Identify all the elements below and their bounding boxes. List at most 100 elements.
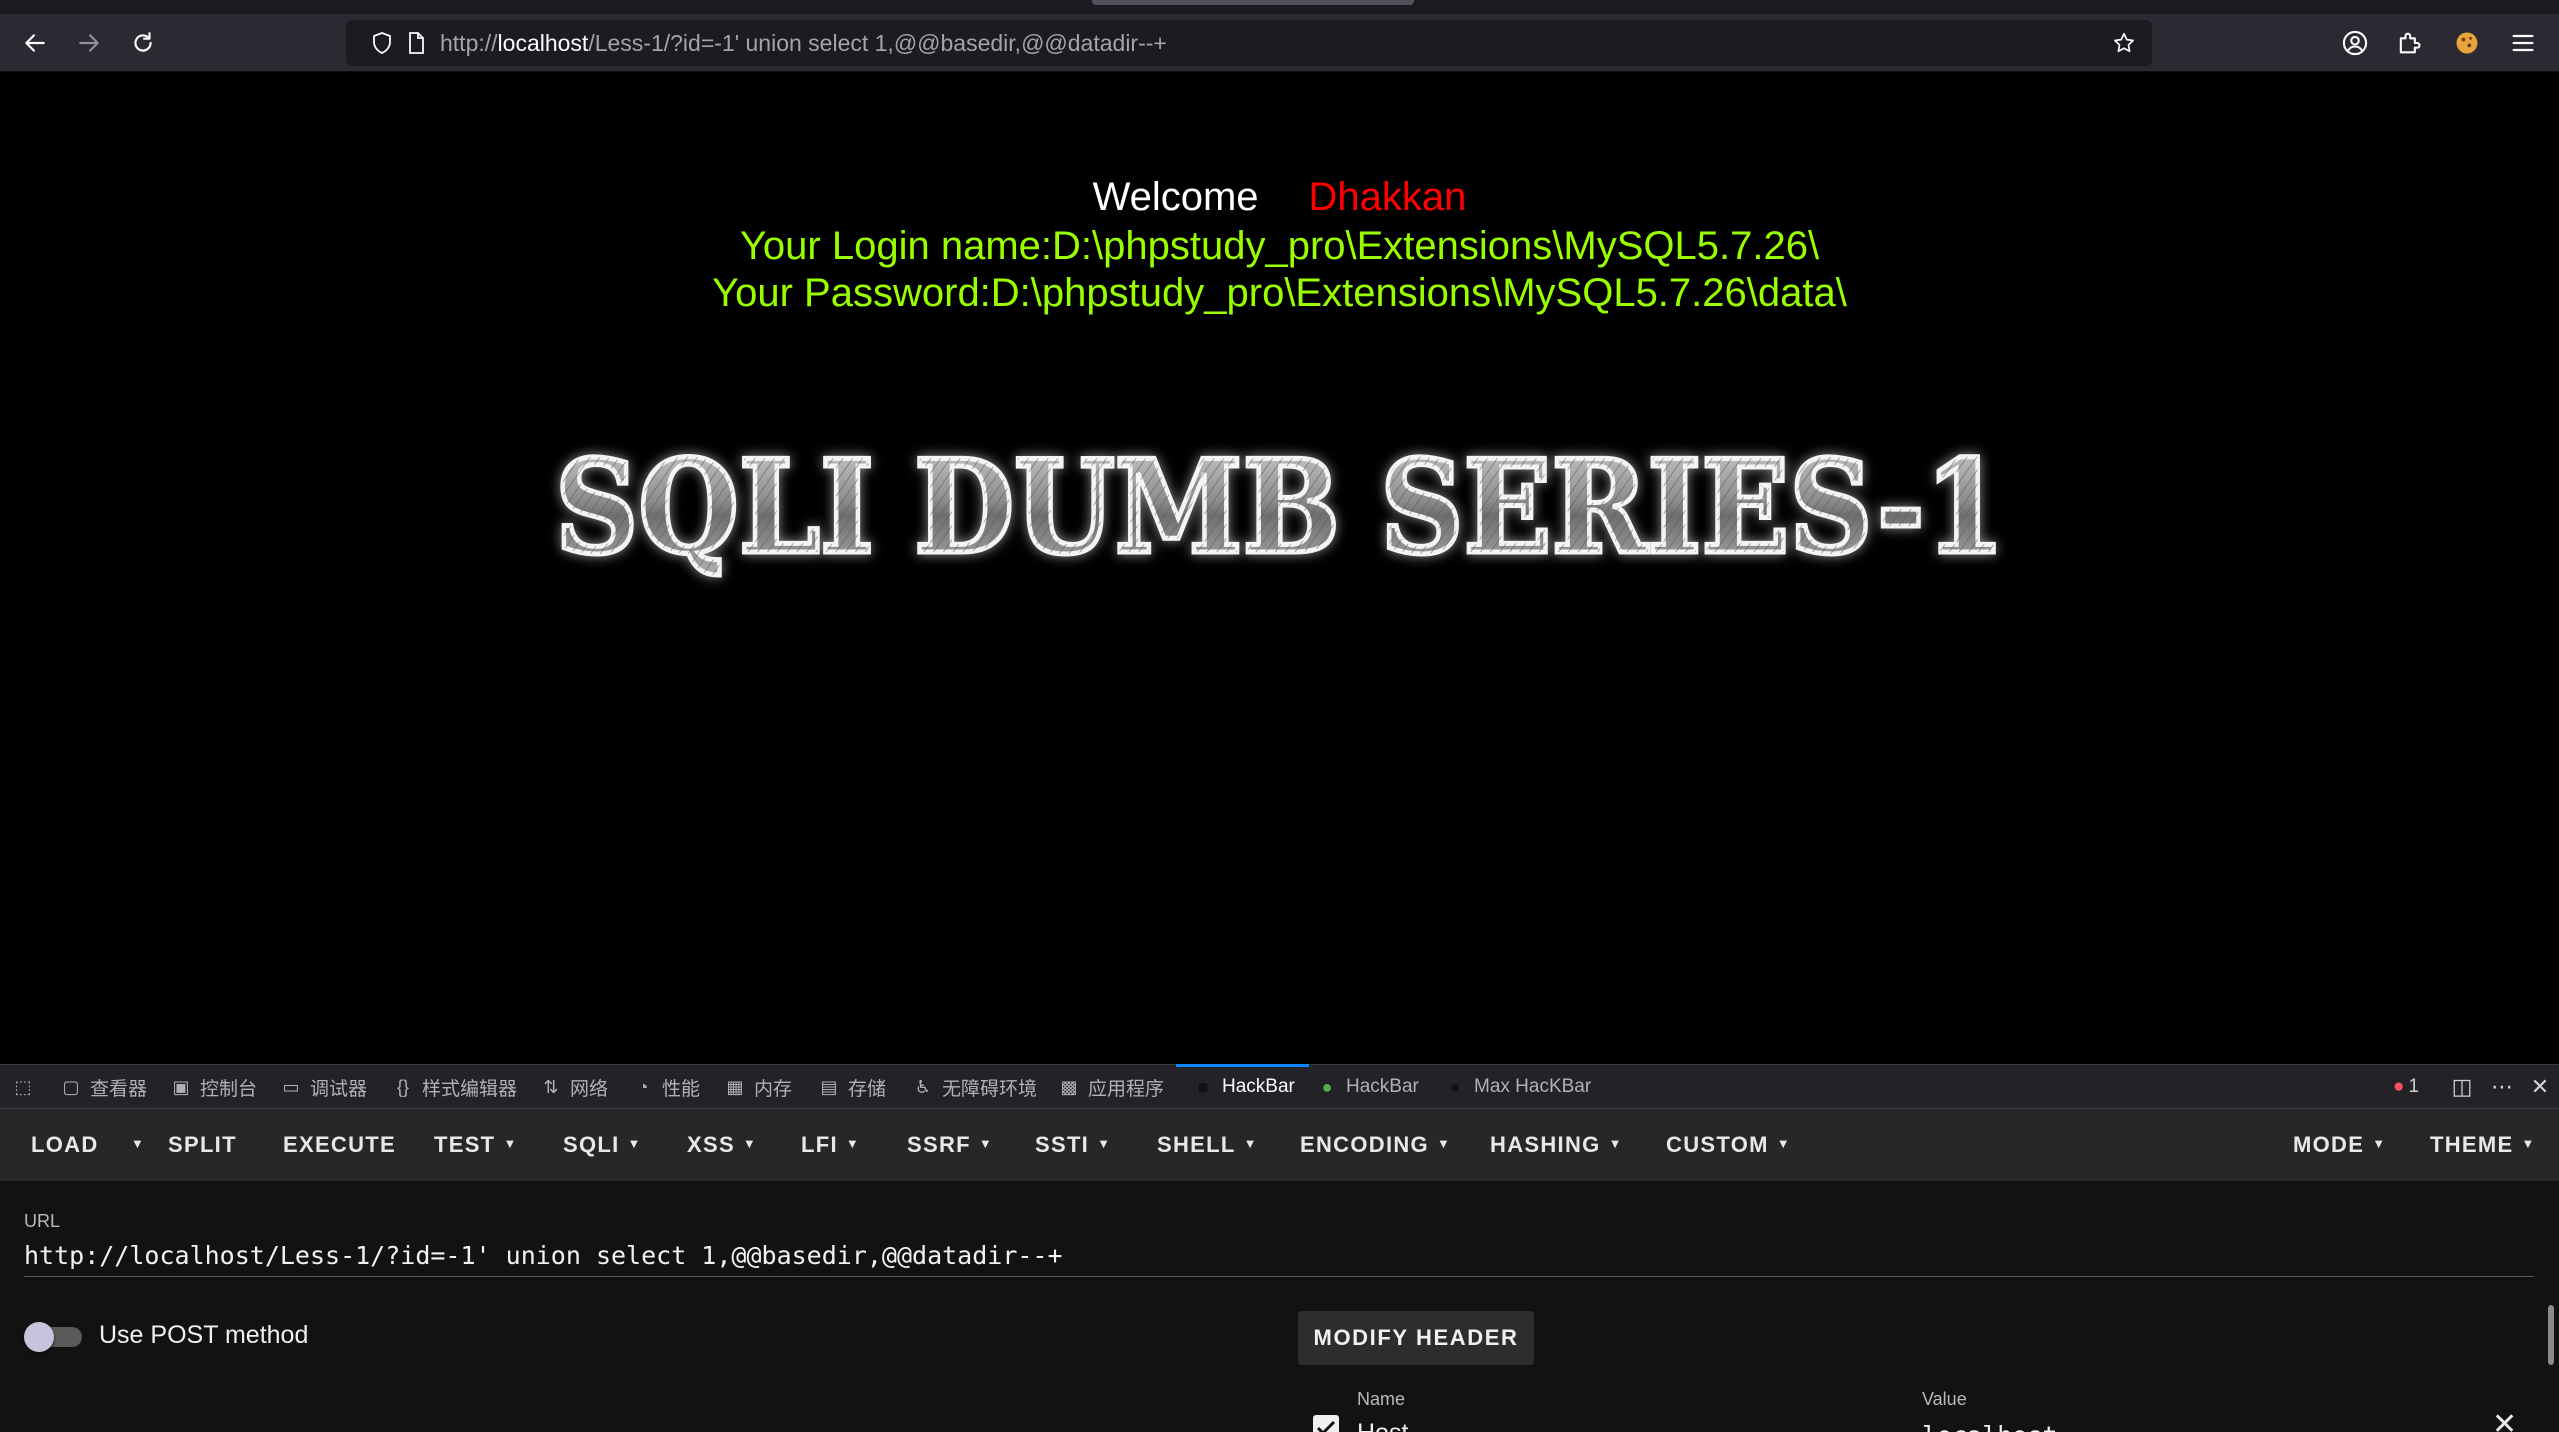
tab-inspector[interactable]: ▢ 查看器 <box>60 1065 147 1109</box>
caret-down-icon: ▼ <box>845 1136 861 1152</box>
url-text[interactable]: http://localhost/Less-1/?id=-1' union se… <box>440 20 1167 66</box>
tab-label: Max HacKBar <box>1474 1076 1592 1097</box>
tab-network[interactable]: ⇅ 网络 <box>540 1065 608 1109</box>
extensions-button[interactable] <box>2392 26 2426 60</box>
caret-down-icon: ▼ <box>1097 1136 1112 1152</box>
tab-label: HackBar <box>1346 1076 1419 1097</box>
ssrf-menu[interactable]: SSRF ▼ <box>907 1109 993 1181</box>
reload-icon <box>134 32 152 52</box>
tab-label: 性能 <box>662 1078 701 1100</box>
account-icon <box>2342 30 2368 56</box>
lfi-label: LFI <box>801 1132 838 1157</box>
ssrf-label: SSRF <box>907 1132 971 1157</box>
tab-memory[interactable]: ▦ 内存 <box>724 1065 792 1109</box>
tab-debugger[interactable]: ▭ 调试器 <box>280 1065 367 1109</box>
header-name-field[interactable]: Host <box>1357 1419 1408 1432</box>
header-name-column-label: Name <box>1357 1389 1406 1409</box>
tab-performance[interactable]: ◔ 性能 <box>632 1065 700 1109</box>
tab-label: 存储 <box>848 1078 887 1100</box>
split-button[interactable]: SPLIT <box>168 1109 237 1181</box>
page-content: Welcome Dhakkan Your Login name:D:\phpstu… <box>0 72 2559 1064</box>
more-options-button[interactable]: ⋯ <box>2482 1065 2522 1109</box>
theme-menu[interactable]: THEME ▼ <box>2430 1109 2536 1181</box>
ssti-menu[interactable]: SSTI ▼ <box>1035 1109 1111 1181</box>
xss-menu[interactable]: XSS ▼ <box>687 1109 757 1181</box>
tab-label: 无障碍环境 <box>942 1078 1038 1100</box>
tab-label: 调试器 <box>310 1078 368 1100</box>
tab-console[interactable]: ▣ 控制台 <box>170 1065 257 1109</box>
caret-down-icon: ▼ <box>131 1136 146 1152</box>
tab-style-editor[interactable]: {} 样式编辑器 <box>392 1065 517 1109</box>
dock-side-button[interactable]: ◫ <box>2442 1065 2482 1109</box>
shell-menu[interactable]: SHELL ▼ <box>1157 1109 1258 1181</box>
sqli-label: SQLI <box>563 1132 620 1157</box>
error-count-badge[interactable]: ● 1 <box>2384 1065 2428 1109</box>
test-menu[interactable]: TEST ▼ <box>434 1109 518 1181</box>
tab-label: 样式编辑器 <box>422 1078 518 1100</box>
execute-button[interactable]: EXECUTE <box>283 1109 396 1181</box>
tab-hackbar-alt[interactable]: ● HackBar <box>1316 1065 1419 1109</box>
url-bar[interactable]: http://localhost/Less-1/?id=-1' union se… <box>346 20 2152 66</box>
load-button[interactable]: LOAD <box>31 1109 99 1181</box>
tab-storage[interactable]: ▤ 存储 <box>818 1065 886 1109</box>
debugger-icon: ▭ <box>282 1076 300 1097</box>
close-icon: ✕ <box>2492 1408 2518 1432</box>
element-picker-button[interactable]: ⬚ <box>12 1065 34 1109</box>
tab-label: 网络 <box>570 1078 609 1100</box>
tab-label: 查看器 <box>90 1078 148 1100</box>
account-button[interactable] <box>2338 26 2372 60</box>
tab-label: 控制台 <box>200 1078 258 1100</box>
bookmark-star-icon[interactable] <box>2112 31 2136 55</box>
back-arrow-icon <box>25 34 45 52</box>
forward-button[interactable] <box>70 24 108 62</box>
caret-down-icon: ▼ <box>1436 1136 1452 1152</box>
lfi-menu[interactable]: LFI ▼ <box>801 1109 860 1181</box>
modify-header-button[interactable]: MODIFY HEADER <box>1298 1311 1534 1365</box>
custom-menu[interactable]: CUSTOM ▼ <box>1666 1109 1791 1181</box>
url-input[interactable]: http://localhost/Less-1/?id=-1' union se… <box>24 1235 2534 1277</box>
mode-menu[interactable]: MODE ▼ <box>2293 1109 2386 1181</box>
load-dropdown-button[interactable]: ▼ <box>123 1109 145 1181</box>
post-method-toggle[interactable] <box>24 1322 82 1352</box>
scrollbar[interactable] <box>2548 1305 2554 1365</box>
url-label: URL <box>24 1211 61 1231</box>
accessibility-icon: ♿ <box>914 1076 932 1097</box>
active-tab[interactable] <box>1092 0 1414 5</box>
tab-accessibility[interactable]: ♿ 无障碍环境 <box>912 1065 1037 1109</box>
back-button[interactable] <box>16 24 54 62</box>
remove-header-button[interactable]: ✕ <box>2492 1407 2517 1432</box>
hashing-menu[interactable]: HASHING ▼ <box>1490 1109 1623 1181</box>
network-icon: ⇅ <box>543 1076 559 1097</box>
devtools-panel: ⬚ ▢ 查看器 ▣ 控制台 ▭ 调试器 {} 样式编辑器 ⇅ 网络 ◔ 性能 ▦ 内存 ▤ 存储… <box>0 1064 2559 1432</box>
puzzle-icon <box>2399 32 2421 54</box>
sqli-menu[interactable]: SQLI ▼ <box>563 1109 642 1181</box>
tab-application[interactable]: ▩ 应用程序 <box>1058 1065 1164 1109</box>
mode-label: MODE <box>2293 1132 2365 1157</box>
tab-max-hackbar[interactable]: ● Max HacKBar <box>1444 1065 1592 1109</box>
toggle-knob <box>24 1322 54 1352</box>
header-enabled-checkbox[interactable] <box>1313 1415 1339 1432</box>
reload-button[interactable] <box>124 24 162 62</box>
caret-down-icon: ▼ <box>2372 1136 2387 1152</box>
devtools-tabbar: ⬚ ▢ 查看器 ▣ 控制台 ▭ 调试器 {} 样式编辑器 ⇅ 网络 ◔ 性能 ▦ 内存 ▤ 存储… <box>0 1064 2559 1109</box>
checkmark-icon <box>1316 1420 1336 1432</box>
close-devtools-button[interactable]: ✕ <box>2522 1065 2558 1109</box>
menu-button[interactable] <box>2506 26 2540 60</box>
shield-icon[interactable] <box>370 31 394 55</box>
hackbar-green-icon: ● <box>1321 1076 1333 1097</box>
encoding-menu[interactable]: ENCODING ▼ <box>1300 1109 1451 1181</box>
welcome-line: Welcome Dhakkan <box>0 172 2559 222</box>
header-value-field[interactable]: localhost <box>1922 1421 2057 1432</box>
error-icon: ● <box>2392 1076 2405 1097</box>
tab-hackbar[interactable]: ■ HackBar <box>1176 1064 1309 1109</box>
application-icon: ▩ <box>1060 1076 1078 1097</box>
caret-down-icon: ▼ <box>1776 1136 1791 1152</box>
test-label: TEST <box>434 1132 496 1157</box>
page-info-icon[interactable] <box>404 31 428 55</box>
tab-strip <box>0 0 2559 14</box>
caret-down-icon: ▼ <box>1243 1136 1258 1152</box>
inspector-icon: ▢ <box>62 1076 80 1097</box>
theme-label: THEME <box>2430 1132 2514 1157</box>
style-editor-icon: {} <box>396 1076 410 1097</box>
cookie-extension-button[interactable] <box>2450 26 2484 60</box>
